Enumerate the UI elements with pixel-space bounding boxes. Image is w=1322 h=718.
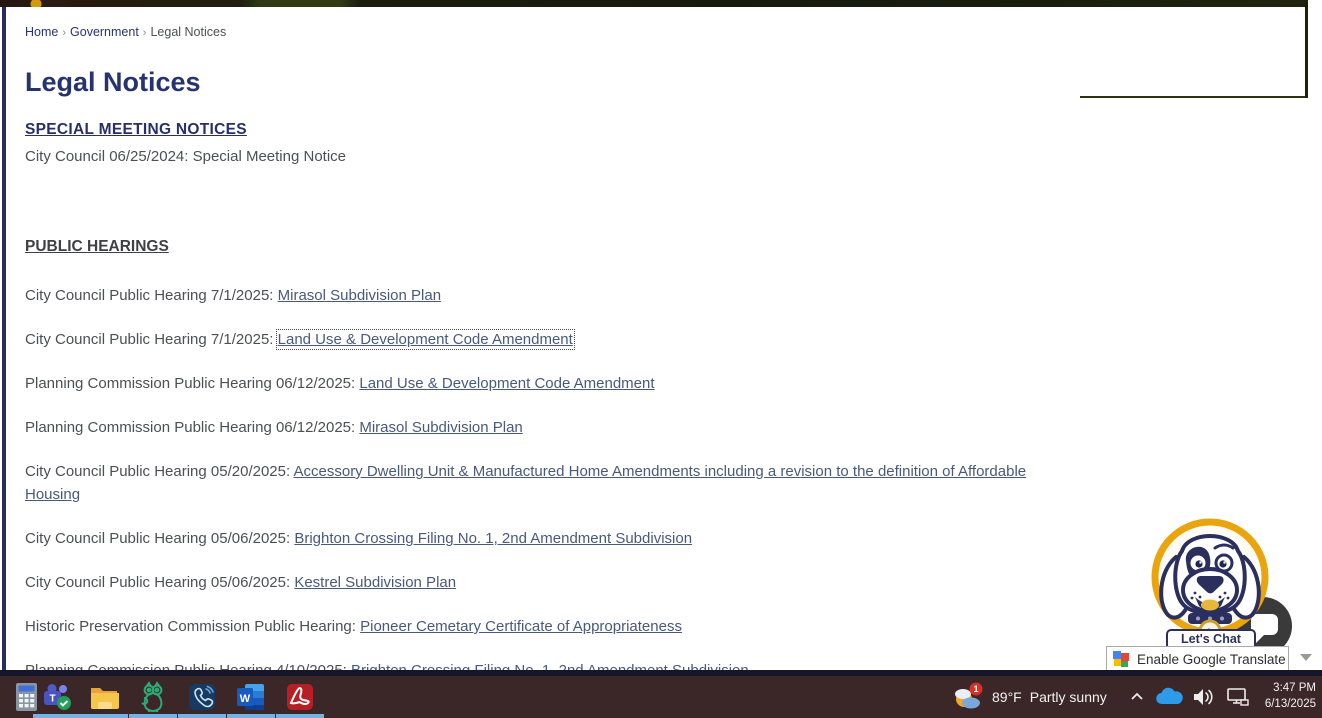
clock-date: 6/13/2025 [1246,696,1316,712]
hearing-prefix: City Council Public Hearing 05/20/2025: [25,463,294,480]
taskbar-owl-app-button[interactable] [131,676,175,718]
running-app-indicator [33,714,81,718]
speaker-icon [1192,687,1216,707]
breadcrumb-government-link[interactable]: Government [70,25,139,39]
hearing-link[interactable]: Land Use & Development Code Amendment [359,375,654,392]
sunflower-banner-image [1080,0,1308,98]
hearing-item: Planning Commission Public Hearing 06/12… [25,416,1045,439]
hearing-item: City Council Public Hearing 7/1/2025: Mi… [25,284,1045,307]
hearing-prefix: Historic Preservation Commission Public … [25,618,360,635]
hearing-item: Planning Commission Public Hearing 06/12… [25,372,1045,395]
running-app-indicator [276,714,324,718]
enable-google-translate-button[interactable]: Enable Google Translate [1106,646,1289,672]
taskbar-acrobat-button[interactable] [278,676,322,718]
public-hearings-heading: PUBLIC HEARINGS [25,238,169,256]
hearing-prefix: City Council Public Hearing 7/1/2025: [25,331,278,348]
svg-text:W: W [240,693,251,705]
taskbar-teams-button[interactable]: T [35,676,79,718]
page-title: Legal Notices [25,67,1045,98]
hearing-item: City Council Public Hearing 7/1/2025: La… [25,328,1045,351]
breadcrumb-separator: › [62,27,66,39]
tray-chevron-button[interactable] [1128,676,1146,718]
phone-app-icon [188,683,216,711]
breadcrumb-current: Legal Notices [150,25,226,39]
running-app-indicator [129,714,177,718]
running-app-indicator [178,714,226,718]
clock-time: 3:47 PM [1246,680,1316,696]
taskbar-clock[interactable]: 3:47 PM 6/13/2025 [1246,680,1316,712]
hearing-prefix: Planning Commission Public Hearing 06/12… [25,375,359,392]
public-hearings-list: City Council Public Hearing 7/1/2025: Mi… [25,284,1045,682]
word-icon: W [236,683,266,711]
acrobat-icon [286,683,314,711]
special-meeting-entry: City Council 06/25/2024: Special Meeting… [25,148,1045,165]
hearing-link[interactable]: Mirasol Subdivision Plan [359,419,522,436]
google-translate-icon [1112,650,1130,668]
weather-condition-label: Partly sunny [1030,689,1107,705]
enable-google-translate-label: Enable Google Translate [1137,652,1286,667]
weather-icon: 1 [952,681,984,713]
owl-app-icon [138,681,168,713]
hearing-link[interactable]: Kestrel Subdivision Plan [294,574,456,591]
hearing-prefix: City Council Public Hearing 05/06/2025: [25,574,294,591]
onedrive-cloud-icon [1155,687,1183,707]
hearing-item: City Council Public Hearing 05/06/2025: … [25,527,1045,550]
taskbar-file-explorer-button[interactable] [82,676,126,718]
hearing-prefix: City Council Public Hearing 7/1/2025: [25,287,278,304]
breadcrumb: Home›Government›Legal Notices [25,25,1045,39]
hearing-prefix: Planning Commission Public Hearing 06/12… [25,419,359,436]
hearing-item: Historic Preservation Commission Public … [25,615,1045,638]
breadcrumb-home-link[interactable]: Home [25,25,58,39]
scroll-down-arrow-icon[interactable] [1300,654,1312,661]
panel-left-accent [2,7,6,670]
volume-tray-button[interactable] [1192,676,1216,718]
hearing-item: City Council Public Hearing 05/06/2025: … [25,571,1045,594]
running-app-indicator [227,714,275,718]
svg-text:T: T [49,694,55,705]
page-content: Home›Government›Legal Notices Legal Noti… [25,7,1045,703]
hearing-link-focused[interactable]: Land Use & Development Code Amendment [278,331,573,348]
chevron-up-icon [1128,688,1146,706]
hearing-item: City Council Public Hearing 05/20/2025: … [25,460,1045,506]
teams-icon: T [42,682,72,712]
special-meeting-notices-link[interactable]: SPECIAL MEETING NOTICES [25,121,247,139]
hearing-link[interactable]: Mirasol Subdivision Plan [278,287,441,304]
hearing-link[interactable]: Brighton Crossing Filing No. 1, 2nd Amen… [294,530,692,547]
onedrive-tray-button[interactable] [1155,676,1183,718]
hearing-link[interactable]: Pioneer Cemetary Certificate of Appropri… [360,618,682,635]
hearing-prefix: City Council Public Hearing 05/06/2025: [25,530,294,547]
temperature-label: 89°F [992,689,1022,705]
breadcrumb-separator: › [143,27,147,39]
running-app-indicator [80,714,128,718]
windows-taskbar: T [0,676,1322,718]
file-explorer-icon [89,684,119,710]
taskbar-word-button[interactable]: W [229,676,273,718]
svg-text:1: 1 [973,684,978,694]
weather-widget[interactable]: 1 89°F Partly sunny [952,676,1107,718]
taskbar-phone-app-button[interactable] [180,676,224,718]
